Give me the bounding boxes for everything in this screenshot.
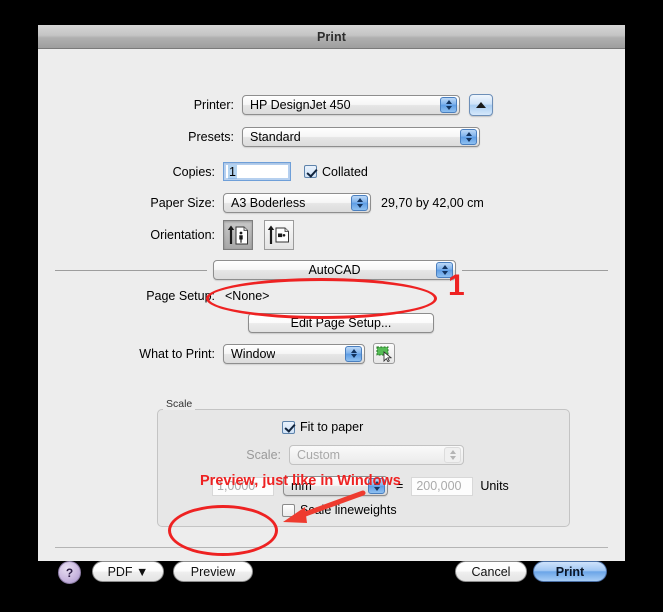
collated-checkbox[interactable]: Collated (304, 165, 368, 179)
selection-marquee-icon (376, 346, 392, 362)
presets-label: Presets: (188, 130, 234, 144)
what-to-print-popup[interactable]: Window (223, 343, 365, 364)
separator-right (462, 270, 608, 271)
screen-background: Print Printer: HP DesignJet 450 Presets: (0, 0, 663, 612)
printer-disclosure-button[interactable] (469, 94, 493, 116)
orientation-landscape-button[interactable] (264, 220, 294, 250)
help-button[interactable]: ? (58, 561, 81, 584)
checkmark-icon (304, 165, 317, 178)
paper-size-row: Paper Size: A3 Boderless 29,70 by 42,00 … (38, 193, 625, 213)
print-button[interactable]: Print (533, 561, 607, 582)
edit-page-setup-button[interactable]: Edit Page Setup... (248, 313, 434, 333)
cancel-button[interactable]: Cancel (455, 561, 527, 582)
presets-value: Standard (250, 130, 301, 144)
chevron-updown-icon (345, 345, 362, 362)
printer-value: HP DesignJet 450 (250, 98, 351, 112)
edit-page-setup-label: Edit Page Setup... (290, 316, 392, 330)
preview-button-label: Preview (190, 564, 236, 579)
footer-separator (55, 547, 608, 548)
pdf-button[interactable]: PDF ▼ (92, 561, 164, 582)
triangle-up-icon (476, 102, 486, 108)
empty-checkbox-icon (282, 503, 295, 517)
page-setup-row: Page Setup: <None> (38, 289, 625, 303)
checkmark-icon (282, 420, 295, 434)
pane-popup[interactable]: AutoCAD (213, 260, 456, 280)
page-setup-label: Page Setup: (146, 289, 215, 303)
preview-button[interactable]: Preview (173, 561, 253, 582)
orientation-label: Orientation: (150, 228, 215, 242)
chevron-updown-icon (440, 97, 457, 113)
separator-left (55, 270, 207, 271)
fit-to-paper-checkbox[interactable]: Fit to paper (282, 420, 363, 434)
pick-window-button[interactable] (373, 343, 395, 364)
question-mark-icon: ? (65, 565, 74, 580)
page-landscape-icon (267, 225, 289, 244)
orientation-portrait-button[interactable] (223, 220, 253, 250)
annotation-number-1: 1 (448, 269, 465, 302)
printer-popup[interactable]: HP DesignJet 450 (242, 95, 460, 115)
pdf-button-label: PDF ▼ (107, 564, 149, 579)
what-to-print-label: What to Print: (139, 346, 215, 361)
what-to-print-value: Window (231, 346, 276, 361)
cancel-button-label: Cancel (471, 564, 511, 579)
chevron-updown-icon (351, 195, 368, 211)
paper-size-label: Paper Size: (150, 196, 215, 210)
copies-value: 1 (228, 164, 237, 179)
print-button-label: Print (555, 564, 585, 579)
what-to-print-row: What to Print: Window (38, 343, 625, 364)
scale-group-caption: Scale (163, 398, 196, 410)
page-portrait-icon (227, 225, 248, 245)
paper-size-value: A3 Boderless (231, 196, 306, 210)
dialog-title-bar: Print (38, 25, 625, 49)
scale-ratio-row: Scale: Custom (157, 445, 570, 465)
pane-value: AutoCAD (308, 263, 361, 277)
orientation-row: Orientation: (38, 220, 625, 250)
scale-preset-popup[interactable]: Custom (289, 445, 464, 465)
scale-preset-value: Custom (297, 448, 341, 462)
presets-row: Presets: Standard (38, 127, 625, 147)
copies-row: Copies: 1 Collated (38, 162, 625, 181)
chevron-updown-icon (460, 129, 477, 145)
page-title: Print (317, 29, 346, 44)
scale-label: Scale: (246, 448, 281, 462)
units-label: Units (480, 479, 509, 493)
fit-to-paper-label: Fit to paper (300, 420, 364, 434)
collated-label: Collated (322, 164, 368, 179)
presets-popup[interactable]: Standard (242, 127, 480, 147)
scale-lineweights-label: Scale lineweights (300, 503, 397, 517)
printer-row: Printer: HP DesignJet 450 (38, 94, 625, 116)
page-setup-value: <None> (225, 289, 270, 303)
scale-denominator-input[interactable]: 200,000 (411, 476, 474, 496)
copies-input[interactable]: 1 (223, 162, 291, 181)
scale-denominator-value: 200,000 (416, 479, 462, 493)
scale-lineweights-checkbox[interactable]: Scale lineweights (282, 503, 397, 517)
annotation-preview-note: Preview, just like in Windows (200, 473, 401, 489)
paper-size-popup[interactable]: A3 Boderless (223, 193, 371, 213)
copies-label: Copies: (172, 164, 215, 179)
printer-label: Printer: (193, 98, 234, 112)
paper-dimensions-text: 29,70 by 42,00 cm (381, 196, 484, 210)
chevron-updown-icon (444, 447, 461, 463)
